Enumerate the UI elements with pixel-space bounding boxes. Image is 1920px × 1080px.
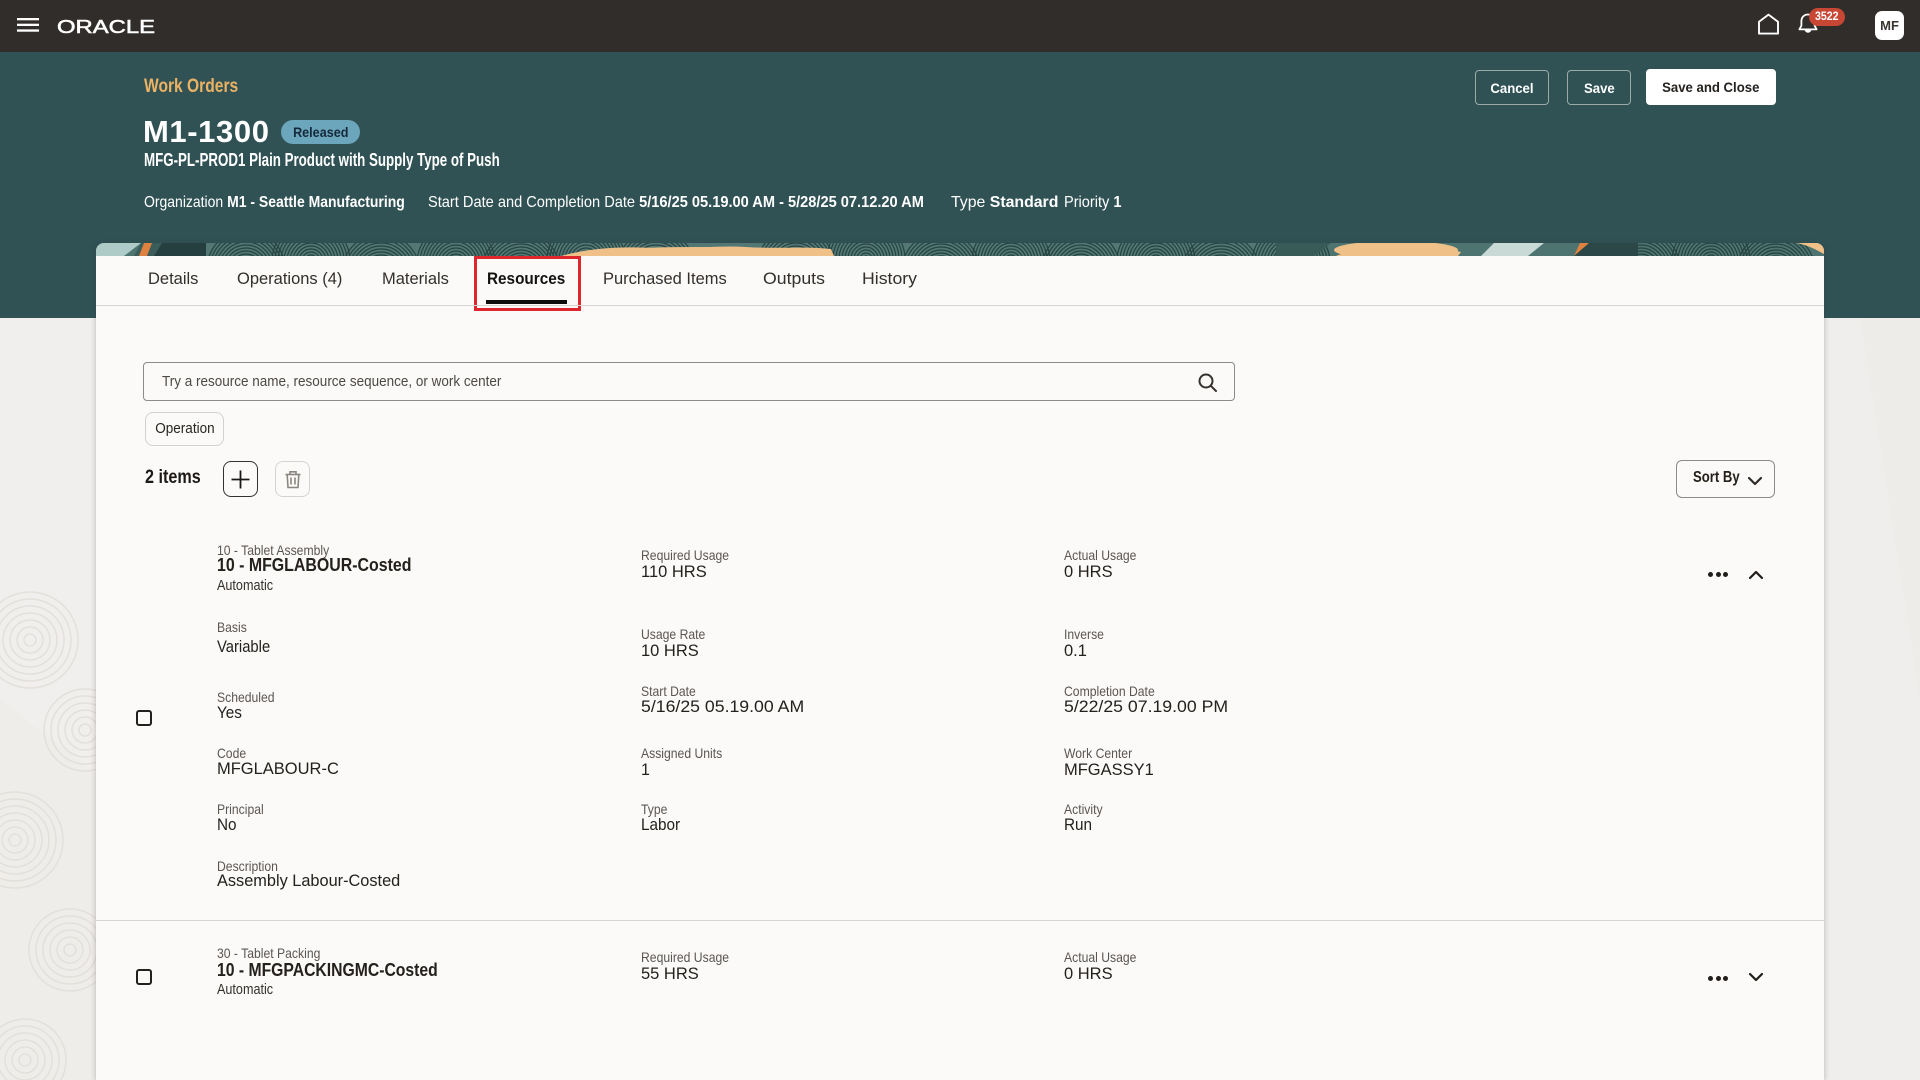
svg-text:ORACLE: ORACLE	[57, 16, 155, 37]
